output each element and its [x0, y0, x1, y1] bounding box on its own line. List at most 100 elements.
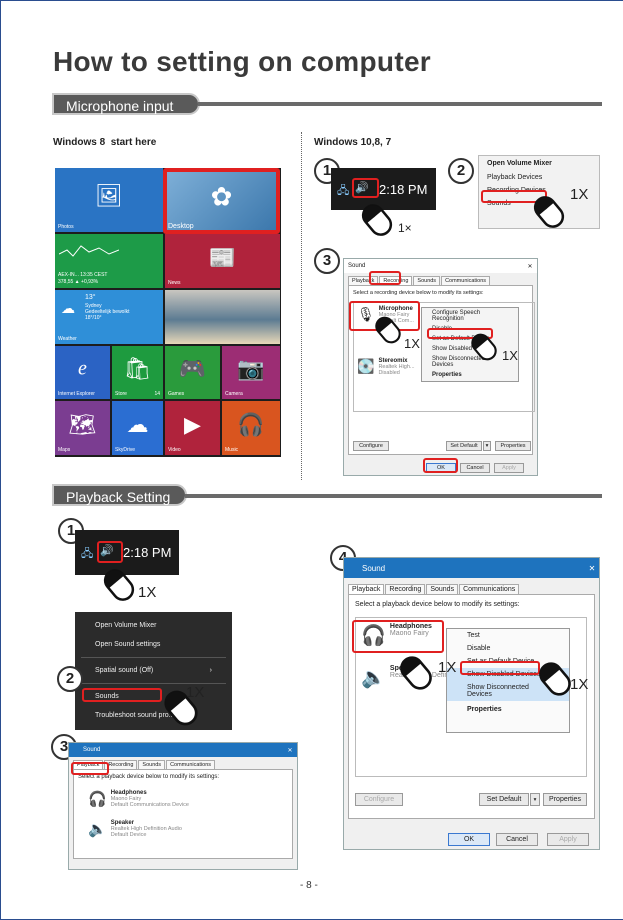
tab-sounds[interactable]: Sounds — [413, 276, 441, 285]
ctx-test[interactable]: Test — [447, 629, 569, 642]
win10-heading: Windows 10,8, 7 — [314, 137, 392, 148]
apply-button[interactable]: Apply — [547, 833, 589, 846]
win8-start-screen: 🖼 Photos ✿ Desktop AEX-IN... 13:35 CEST 37… — [55, 168, 281, 457]
menu-troubleshoot[interactable]: Troubleshoot sound pro... — [75, 706, 232, 725]
menu-open-mixer[interactable]: Open Volume Mixer — [479, 156, 599, 171]
tile-camera[interactable]: 📷 Camera — [222, 346, 280, 399]
recording-tab-highlight — [369, 271, 401, 285]
ok-button[interactable]: OK — [448, 833, 490, 846]
dialog-tabs: Playback Recording Sounds Communications — [348, 584, 595, 594]
dialog-prompt: Select a playback device below to modify… — [355, 601, 520, 608]
tile-label: Photos — [58, 224, 74, 230]
configure-button[interactable]: Configure — [355, 793, 403, 806]
tile-label: Maps — [58, 447, 71, 453]
tab-communications[interactable]: Communications — [441, 276, 491, 285]
click-count: 1X — [502, 348, 518, 363]
tab-sounds[interactable]: Sounds — [138, 760, 166, 769]
tile-games[interactable]: 🎮 Games — [165, 346, 220, 399]
ctx-properties[interactable]: Properties — [422, 370, 518, 380]
win8-sub-text: start here — [110, 137, 157, 148]
ctx-speech[interactable]: Configure Speech Recognition — [422, 308, 518, 324]
device-headphones[interactable]: 🎧 Headphones Maono Fairy Default Communica… — [88, 790, 189, 808]
tile-music[interactable]: 🎧 Music — [222, 401, 280, 455]
store-count: 14 — [154, 391, 160, 397]
tab-communications[interactable]: Communications — [459, 584, 520, 594]
tile-label: Weather — [58, 336, 77, 342]
apply-button[interactable]: Apply — [494, 463, 524, 473]
ctx-disable[interactable]: Disable — [447, 642, 569, 655]
tile-label: SkyDrive — [115, 447, 136, 453]
tile-maps[interactable]: 🗺 Maps — [55, 401, 110, 455]
chevron-down-icon[interactable]: ▾ — [530, 793, 540, 806]
ie-icon: e — [78, 357, 87, 380]
chart-line-icon — [59, 245, 119, 257]
cloud-icon: ☁ — [61, 300, 75, 316]
set-default-button[interactable]: Set Default — [479, 793, 529, 806]
gamepad-icon: 🎮 — [178, 356, 207, 382]
device-sub: Disabled — [378, 370, 400, 376]
section-divider — [185, 494, 602, 498]
menu-playback-devices[interactable]: Playback Devices — [479, 171, 599, 184]
dialog-panel: Select a playback device below to modify… — [73, 769, 293, 859]
menu-open-mixer[interactable]: Open Volume Mixer — [75, 612, 232, 635]
menu-spatial[interactable]: Spatial sound (Off) › — [75, 661, 232, 680]
ctx-properties[interactable]: Properties — [447, 701, 569, 718]
tile-ie[interactable]: e Internet Explorer — [55, 346, 110, 399]
configure-button[interactable]: Configure — [353, 441, 389, 451]
tab-recording[interactable]: Recording — [104, 760, 138, 769]
finance-line2: 378,55 ▲ +0,93% — [58, 279, 99, 285]
tile-skydrive[interactable]: ☁ SkyDrive — [112, 401, 163, 455]
tile-store[interactable]: 🛍 Store 14 — [112, 346, 163, 399]
speaker-context-menu: Open Volume Mixer Open Sound settings Sp… — [75, 612, 232, 730]
click-count: 1× — [398, 221, 412, 235]
tab-sounds[interactable]: Sounds — [426, 584, 459, 594]
tile-news[interactable]: 📰 News — [165, 234, 280, 288]
close-icon[interactable]: ✕ — [523, 263, 537, 270]
tile-finance[interactable]: AEX-IN... 13:35 CEST 378,55 ▲ +0,93% — [55, 234, 163, 288]
news-icon: 📰 — [208, 244, 237, 270]
weather-range: 18°/10° — [85, 315, 102, 321]
cloud-drive-icon: ☁ — [126, 411, 149, 437]
tile-label: Internet Explorer — [58, 391, 95, 397]
play-icon: ▶ — [184, 411, 201, 437]
tile-label: Store — [115, 391, 127, 397]
speaker-device-icon: 🔈 — [361, 667, 386, 689]
speaker-highlight — [352, 178, 379, 198]
dialog-titlebar: Sound ✕ — [69, 743, 297, 757]
properties-button[interactable]: Properties — [495, 441, 531, 451]
tab-playback[interactable]: Playback — [348, 584, 385, 594]
chevron-down-icon[interactable]: ▾ — [483, 441, 491, 451]
headphones-highlight — [352, 620, 444, 653]
cancel-button[interactable]: Cancel — [496, 833, 538, 846]
close-icon[interactable]: ✕ — [283, 747, 297, 754]
tile-landscape[interactable] — [165, 290, 280, 344]
tab-communications[interactable]: Communications — [166, 760, 216, 769]
tile-weather[interactable]: 13° Sydney Gedeeltelijk bewolkt 18°/10° … — [55, 290, 163, 344]
desktop-highlight — [163, 168, 280, 234]
properties-button[interactable]: Properties — [543, 793, 587, 806]
click-count: 1X — [186, 684, 205, 701]
device-speaker[interactable]: 🔈 Speaker Realtek High Definition Audio De… — [88, 820, 182, 838]
weather-temp: 13° — [85, 294, 96, 301]
tile-label: Video — [168, 447, 181, 453]
close-icon[interactable]: ✕ — [585, 564, 599, 573]
tray-clock: 2:18 PM — [379, 182, 428, 197]
device-sub: Default Device — [110, 832, 147, 838]
mouse-icon — [375, 316, 401, 344]
device-stereomix[interactable]: 💽 Stereomix Realtek High... Disabled — [357, 358, 415, 376]
headphones-icon: 🎧 — [237, 411, 265, 437]
dialog-title: Sound — [362, 563, 386, 573]
headphones-icon: 🎧 — [88, 791, 107, 808]
set-default-button[interactable]: Set Default — [446, 441, 482, 451]
section-mic-pill: Microphone input — [52, 93, 200, 115]
tray-clock: 2:18 PM — [123, 545, 172, 560]
cancel-button[interactable]: Cancel — [460, 463, 490, 473]
tab-recording[interactable]: Recording — [385, 584, 426, 594]
tile-video[interactable]: ▶ Video — [165, 401, 220, 455]
tile-photos[interactable]: 🖼 Photos — [55, 168, 163, 232]
set-default-highlight — [460, 661, 540, 675]
dialog-titlebar: Sound ✕ — [344, 558, 599, 578]
chevron-right-icon: › — [209, 667, 212, 674]
menu-open-settings[interactable]: Open Sound settings — [75, 635, 232, 654]
tile-label: Music — [225, 447, 239, 453]
